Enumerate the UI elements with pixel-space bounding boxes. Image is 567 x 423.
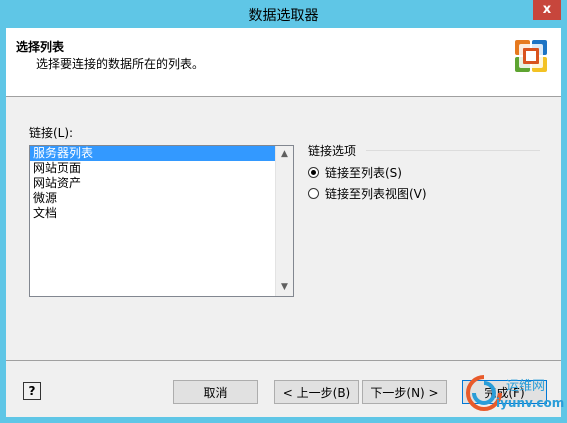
list-item[interactable]: 微源 <box>30 191 293 206</box>
footer-divider <box>6 360 561 361</box>
link-options-group: 链接选项 链接至列表(S) 链接至列表视图(V) <box>308 142 540 201</box>
office-logo-icon <box>515 40 547 72</box>
help-button[interactable]: ? <box>23 382 41 400</box>
list-item[interactable]: 网站资产 <box>30 176 293 191</box>
cancel-button[interactable]: 取消 <box>173 380 258 404</box>
title-bar: 数据选取器 x <box>0 0 567 28</box>
list-items: 服务器列表 网站页面 网站资产 微源 文档 <box>30 146 293 221</box>
radio-link-to-view-label: 链接至列表视图(V) <box>325 186 427 201</box>
vertical-scrollbar[interactable]: ▲ ▼ <box>275 146 293 296</box>
window-title: 数据选取器 <box>248 8 319 24</box>
radio-link-to-view[interactable]: 链接至列表视图(V) <box>308 185 427 201</box>
back-button[interactable]: < 上一步(B) <box>274 380 359 404</box>
scroll-down-arrow-icon[interactable]: ▼ <box>276 279 293 296</box>
close-button[interactable]: x <box>533 0 561 20</box>
group-divider <box>366 150 540 151</box>
list-item[interactable]: 服务器列表 <box>30 146 275 161</box>
header-subtitle: 选择要连接的数据所在的列表。 <box>36 57 205 71</box>
radio-link-to-list-label: 链接至列表(S) <box>325 165 402 180</box>
radio-link-to-list[interactable]: 链接至列表(S) <box>308 164 402 180</box>
radio-unchecked-icon[interactable] <box>308 187 319 199</box>
wizard-header: 选择列表 选择要连接的数据所在的列表。 <box>6 28 561 97</box>
list-item[interactable]: 文档 <box>30 206 293 221</box>
radio-checked-icon[interactable] <box>308 166 319 178</box>
finish-button[interactable]: 完成(F) <box>462 380 547 404</box>
link-listbox[interactable]: 服务器列表 网站页面 网站资产 微源 文档 ▲ ▼ <box>29 145 294 297</box>
header-title: 选择列表 <box>16 40 65 54</box>
link-label: 链接(L): <box>29 126 74 140</box>
list-item[interactable]: 网站页面 <box>30 161 293 176</box>
dialog-body: 选择列表 选择要连接的数据所在的列表。 链接(L): 服务器列表 网站页面 网站资产… <box>6 28 564 417</box>
scroll-up-arrow-icon[interactable]: ▲ <box>276 146 293 163</box>
next-button[interactable]: 下一步(N) > <box>362 380 447 404</box>
